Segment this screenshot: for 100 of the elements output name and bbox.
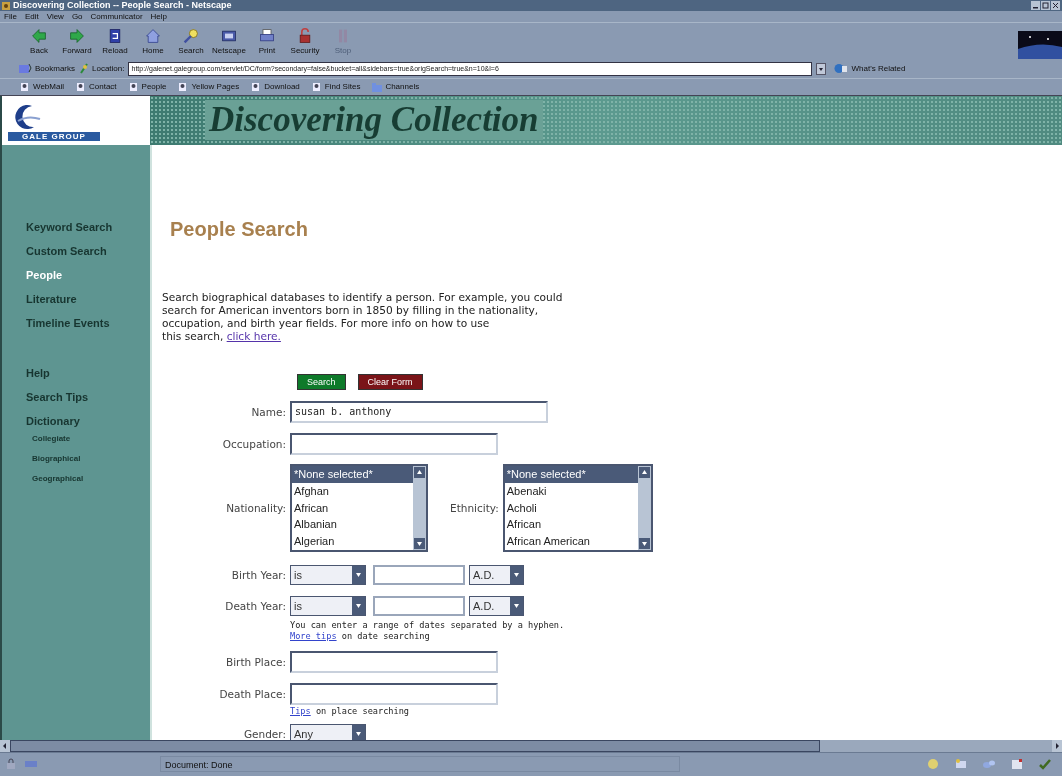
list-option[interactable]: Algerian [292, 533, 413, 550]
sidebar-link[interactable]: Literature [26, 287, 150, 311]
list-option[interactable]: African [504, 516, 638, 534]
location-icon [79, 63, 89, 75]
list-option[interactable]: African [292, 499, 413, 517]
menu-item[interactable]: Edit [24, 11, 39, 22]
field-label: Occupation: [221, 438, 286, 450]
tips-link[interactable]: More tips [290, 631, 337, 641]
list-option[interactable]: Abenaki [504, 482, 638, 500]
logo-icon [1018, 31, 1062, 60]
sidebar-sublink[interactable]: Geographical [26, 473, 150, 485]
toolbar-button[interactable]: Home [134, 27, 172, 55]
year-field[interactable] [373, 596, 465, 616]
logo-text: GALE GROUP [8, 132, 100, 141]
year-field[interactable] [373, 565, 465, 585]
sidebar-link[interactable]: Custom Search [26, 239, 150, 263]
menu-item[interactable]: Help [150, 11, 168, 22]
hint-text: More tips on date searching [290, 631, 431, 641]
field-label: Nationality: [225, 502, 286, 514]
personal-bookmark[interactable]: Channels [372, 81, 420, 92]
maximize-icon[interactable] [1041, 1, 1050, 10]
forward-icon [69, 27, 85, 44]
toolbar-button[interactable]: Netscape [210, 27, 248, 55]
sidebar-link[interactable]: Timeline Events [26, 311, 150, 335]
field-label: Gender: [242, 728, 286, 740]
toolbar-button[interactable]: Back [20, 27, 58, 55]
list-option[interactable]: Afghan [292, 482, 413, 500]
field-label: Birth Year: [230, 569, 286, 581]
text-field[interactable] [290, 651, 498, 673]
tips-link[interactable]: Tips [290, 706, 311, 716]
toolbar-button[interactable]: Security [286, 27, 324, 55]
reload-icon [107, 27, 123, 44]
related-button[interactable]: What's Related [834, 63, 906, 75]
scrollbar[interactable] [413, 466, 426, 550]
sidebar-link[interactable]: People [26, 263, 150, 287]
caret-icon [510, 597, 523, 615]
list-option[interactable]: Albanian [292, 516, 413, 534]
personal-bookmark[interactable]: Contact [76, 81, 117, 92]
text-field[interactable] [290, 683, 498, 705]
era-select[interactable]: A.D. [469, 596, 524, 616]
sidebar-sublink[interactable]: Biographical [26, 453, 150, 465]
printer-icon [259, 27, 275, 44]
gender-select[interactable]: Any [290, 724, 366, 740]
window-title: Discovering Collection -- People Search - Netscape [13, 0, 232, 11]
banner-title: Discovering Collection [205, 100, 543, 141]
menu-item[interactable]: View [46, 11, 64, 22]
personal-bookmark[interactable]: Download [251, 81, 300, 92]
dropdown-icon[interactable] [816, 62, 827, 75]
list-option[interactable]: *None selected* [504, 466, 638, 483]
list-option[interactable]: *None selected* [292, 466, 413, 483]
scrollbar[interactable] [637, 466, 651, 550]
location-label: Location: [79, 63, 125, 75]
personal-bookmark[interactable]: Find Sites [311, 81, 361, 92]
sidebar-link[interactable]: Search Tips [26, 385, 150, 409]
bookmarks-button[interactable]: Bookmarks [18, 63, 75, 75]
hint-text: You can enter a range of dates separated by a hyphen. [290, 620, 566, 630]
app-icon [2, 1, 10, 10]
sidebar-link[interactable]: Dictionary [26, 409, 150, 433]
menu-item[interactable]: Communicator [90, 11, 143, 22]
scroll-left-icon[interactable] [0, 740, 10, 752]
menu-item[interactable]: File [4, 11, 17, 22]
list-option[interactable]: African American [504, 533, 638, 550]
search-button[interactable]: Search [297, 374, 346, 390]
intro-paragraph: Search biographical databases to identify a person. For example, you could search for American inventors born in 1850 by filling in the nationality, occupation, and birth year fields. For more info on how to use this search, click here. [162, 291, 564, 343]
text-field[interactable]: susan b. anthony [290, 401, 548, 423]
padlock-icon[interactable] [4, 758, 18, 771]
menu-item[interactable]: Go [71, 11, 83, 22]
listbox[interactable]: *None selected* Afghan African Albanian Algerian [290, 464, 428, 552]
sidebar-sublink[interactable]: Collegiate [26, 433, 150, 445]
bookmark-icon [18, 63, 32, 75]
sidebar-link[interactable]: Help [26, 361, 150, 385]
toolbar-button[interactable]: Search [172, 27, 210, 55]
back-icon [31, 27, 47, 44]
text-field[interactable] [290, 433, 498, 455]
toolbar-button[interactable]: Reload [96, 27, 134, 55]
close-icon[interactable] [1051, 1, 1060, 10]
field-label: Death Year: [224, 600, 286, 612]
personal-bookmark[interactable]: People [128, 81, 167, 92]
toolbar-button[interactable]: Forward [58, 27, 96, 55]
bookmark-icon [311, 81, 322, 92]
composer-icon[interactable] [1010, 758, 1024, 771]
sidebar-link[interactable]: Keyword Search [26, 215, 150, 239]
field-label: Name: [250, 406, 286, 418]
list-option[interactable]: Acholi [504, 499, 638, 517]
bookmark-icon [128, 81, 139, 92]
scroll-right-icon[interactable] [1052, 740, 1062, 752]
personal-bookmark[interactable]: Yellow Pages [178, 81, 240, 92]
listbox[interactable]: *None selected* Abenaki Acholi African African American [502, 464, 653, 552]
toolbar-button[interactable]: Print [248, 27, 286, 55]
caret-icon [352, 597, 365, 615]
personal-bookmark[interactable]: WebMail [20, 81, 64, 92]
minimize-icon[interactable] [1031, 1, 1040, 10]
home-icon [145, 27, 161, 44]
clear-button[interactable]: Clear Form [357, 374, 423, 390]
click-here-link[interactable]: click here. [226, 330, 281, 342]
operator-select[interactable]: is [290, 596, 366, 616]
operator-select[interactable]: is [290, 565, 366, 585]
checkmark-icon[interactable] [1038, 758, 1052, 771]
era-select[interactable]: A.D. [469, 565, 524, 585]
bookmark-icon [76, 81, 86, 92]
